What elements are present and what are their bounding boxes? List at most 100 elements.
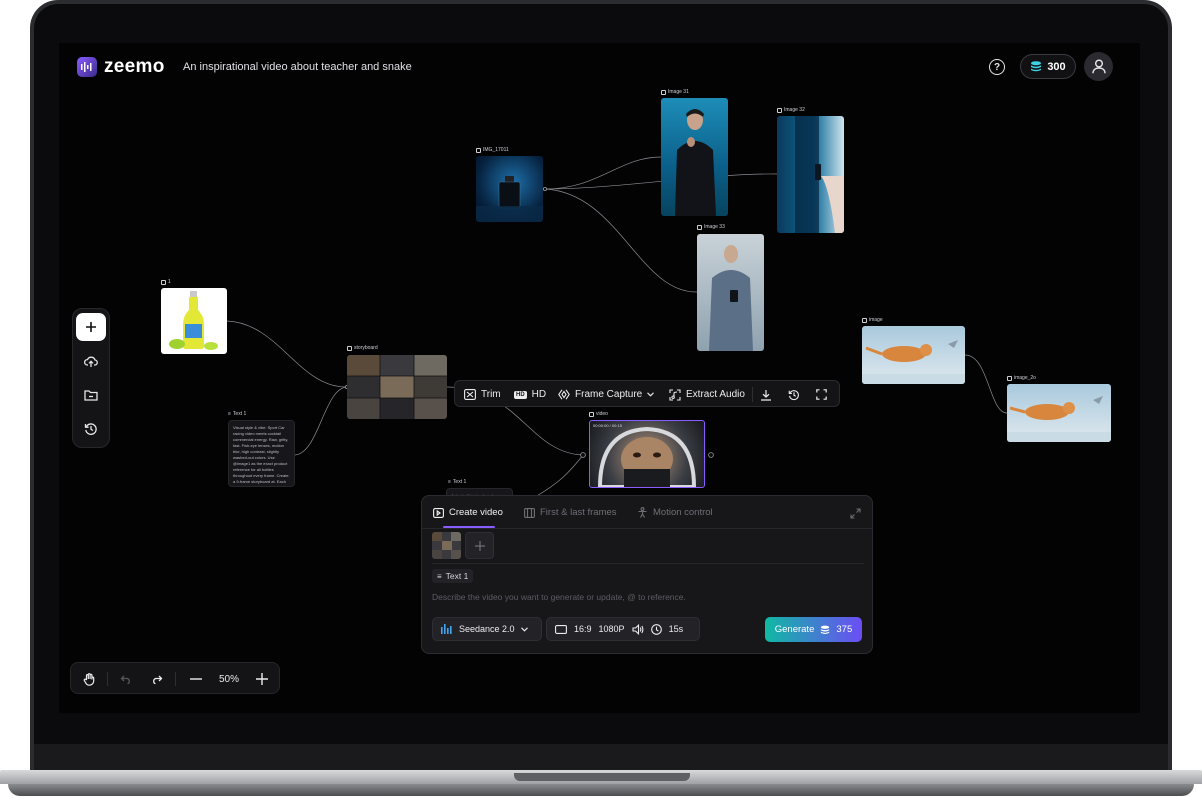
app-name[interactable]: zeemo [104, 56, 165, 78]
add-reference-button[interactable] [465, 532, 494, 559]
image-node-icon [161, 279, 166, 285]
bottle-image [169, 291, 218, 350]
frame-capture-dropdown[interactable]: Frame Capture [558, 381, 655, 408]
node-label-image31: Image 31 [661, 89, 689, 95]
node-label-cat-image-2: image_2o [1007, 375, 1036, 381]
redo-button[interactable] [147, 669, 167, 689]
storyboard-image-node[interactable] [347, 355, 447, 419]
resolution-value: 1080P [598, 624, 625, 634]
history-icon [84, 423, 97, 435]
generate-button[interactable]: Generate 375 [765, 617, 862, 642]
zoom-out-button[interactable] [186, 669, 206, 689]
text1-node[interactable]: Visual style & vibe: Sport Car racing vi… [228, 420, 295, 487]
hd-button[interactable]: HD HD [514, 381, 546, 408]
video-add-icon [433, 507, 444, 518]
text-icon: ≡ [437, 571, 442, 581]
chevron-down-icon [520, 626, 528, 632]
panel-divider-2 [432, 563, 864, 564]
reference-thumbnail[interactable] [432, 532, 461, 559]
leaping-cat-image [862, 340, 965, 384]
tab-first-last-frames[interactable]: First & last frames [524, 507, 617, 518]
download-button[interactable] [760, 381, 772, 408]
perfume-image-node[interactable] [476, 156, 543, 222]
side-toolbar [72, 308, 110, 448]
extract-audio-button[interactable]: Extract Audio [669, 381, 745, 408]
motion-figure-icon [638, 507, 647, 518]
frame-capture-icon [558, 389, 570, 400]
undo-icon [120, 675, 130, 684]
generate-cost: 375 [836, 624, 853, 635]
chevron-down-icon [647, 392, 655, 397]
tab-motion-control[interactable]: Motion control [637, 507, 713, 518]
plus-icon [256, 673, 268, 685]
folder-icon [84, 390, 98, 401]
leaping-cat-image [1007, 396, 1111, 442]
model-select[interactable]: Seedance 2.0 [432, 617, 542, 641]
credits-badge[interactable]: 300 [1020, 54, 1076, 79]
zoom-toolbar: 50% [70, 662, 280, 694]
pan-hand-button[interactable] [79, 669, 99, 689]
image33-node[interactable] [697, 234, 764, 351]
node-label-text1-lower: ≡ Text 1 [448, 479, 467, 485]
storyboard-thumbnail-image [432, 532, 461, 559]
woman-portrait-image [709, 245, 753, 351]
hd-icon: HD [514, 390, 527, 399]
image32-node[interactable] [777, 116, 844, 233]
node-label-text1: ≡ Text 1 [228, 411, 247, 417]
user-avatar-button[interactable] [1084, 52, 1113, 81]
version-history-button[interactable] [788, 381, 800, 408]
tab-create-video[interactable]: Create video [433, 507, 503, 518]
fullscreen-button[interactable] [816, 381, 827, 408]
laptop-base-bottom [8, 784, 1194, 796]
clock-icon [650, 623, 662, 635]
duration-value: 15s [668, 624, 684, 634]
expand-icon [850, 508, 861, 519]
storyboard-grid-image [347, 355, 447, 419]
volume-icon [632, 623, 644, 635]
image31-node[interactable] [661, 98, 728, 216]
zoom-level: 50% [218, 673, 239, 685]
video-toolbar: Trim HD HD Frame Capture Extract Audio [454, 380, 840, 407]
image-node-icon [347, 345, 352, 351]
coins-icon [821, 625, 830, 634]
minus-icon [190, 678, 202, 680]
prompt-input[interactable]: Describe the video you want to generate … [432, 592, 852, 602]
panel-divider [422, 528, 872, 529]
project-title[interactable]: An inspirational video about teacher and… [183, 61, 412, 73]
video-settings[interactable]: 16:9 1080P 15s [546, 617, 700, 641]
reference-chip-text1[interactable]: ≡ Text 1 [432, 569, 474, 583]
frames-icon [524, 507, 535, 518]
node-label-video: video [589, 411, 608, 417]
upload-button[interactable] [76, 347, 106, 375]
trim-icon [464, 389, 476, 400]
cat-image-node[interactable] [862, 326, 965, 384]
laptop-chin [34, 744, 1168, 770]
text-node-icon: ≡ [228, 411, 231, 417]
cat-image-2-node[interactable] [1007, 384, 1111, 442]
fullscreen-icon [816, 389, 827, 400]
node-label-image33: Image 33 [697, 224, 725, 230]
expand-panel-button[interactable] [850, 506, 861, 524]
video-node[interactable]: 00:00:00 / 00:15 [589, 420, 705, 488]
help-icon[interactable]: ? [989, 59, 1005, 75]
undo-button[interactable] [115, 669, 135, 689]
node-label-cat-image: image [862, 317, 883, 323]
app-screen: zeemo An inspirational video about teach… [59, 43, 1140, 713]
video-timecode: 00:00:00 / 00:15 [593, 423, 622, 428]
text-node-icon: ≡ [448, 479, 451, 485]
cloud-upload-icon [84, 356, 98, 367]
trim-button[interactable]: Trim [464, 381, 501, 408]
aspect-ratio-icon [555, 624, 567, 634]
node-label-image32: Image 32 [777, 107, 805, 113]
image-node-icon [697, 224, 702, 230]
extract-audio-icon [669, 388, 681, 401]
plus-icon [474, 540, 485, 551]
history-button[interactable] [76, 415, 106, 443]
add-node-button[interactable] [76, 313, 106, 341]
zeemo-logo-icon[interactable] [77, 57, 97, 77]
assets-button[interactable] [76, 381, 106, 409]
zoom-in-button[interactable] [252, 669, 272, 689]
perfume-image [476, 176, 543, 222]
redo-icon [152, 675, 162, 684]
bottle-image-node[interactable] [161, 288, 227, 354]
